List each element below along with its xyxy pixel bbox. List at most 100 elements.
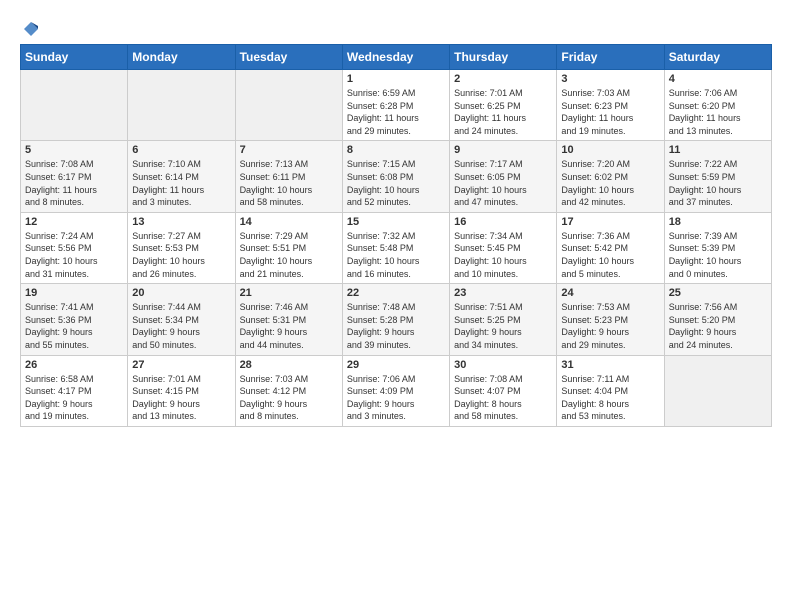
calendar-cell: 20 Sunrise: 7:44 AM Sunset: 5:34 PM Dayli… <box>128 284 235 355</box>
day-number: 22 <box>347 287 445 299</box>
day-number: 8 <box>347 144 445 156</box>
day-number: 29 <box>347 359 445 371</box>
day-number: 23 <box>454 287 552 299</box>
day-number: 13 <box>132 216 230 228</box>
day-number: 15 <box>347 216 445 228</box>
day-number: 2 <box>454 73 552 85</box>
calendar-week-3: 12 Sunrise: 7:24 AM Sunset: 5:56 PM Dayli… <box>21 212 772 283</box>
calendar-cell: 3Sunrise: 7:03 AM Sunset: 6:23 PM Daylig… <box>557 70 664 141</box>
calendar-cell: 22Sunrise: 7:48 AM Sunset: 5:28 PM Dayli… <box>342 284 449 355</box>
calendar-cell: 1 Sunrise: 6:59 AM Sunset: 6:28 PM Daylig… <box>342 70 449 141</box>
calendar-week-5: 26 Sunrise: 6:58 AM Sunset: 4:17 PM Dayli… <box>21 355 772 426</box>
day-info: Sunrise: 7:15 AM Sunset: 6:08 PM Dayligh… <box>347 158 445 208</box>
day-info: Sunrise: 7:22 AM Sunset: 5:59 PM Dayligh… <box>669 158 767 208</box>
day-number: 16 <box>454 216 552 228</box>
calendar-cell <box>128 70 235 141</box>
day-info: Sunrise: 7:06 AM Sunset: 4:09 PM Dayligh… <box>347 373 445 423</box>
day-number: 19 <box>25 287 123 299</box>
calendar-cell: 11 Sunrise: 7:22 AM Sunset: 5:59 PM Dayli… <box>664 141 771 212</box>
header <box>20 20 772 34</box>
day-number: 11 <box>669 144 767 156</box>
day-info: Sunrise: 7:06 AM Sunset: 6:20 PM Dayligh… <box>669 87 767 137</box>
calendar-cell: 4Sunrise: 7:06 AM Sunset: 6:20 PM Daylig… <box>664 70 771 141</box>
day-number: 26 <box>25 359 123 371</box>
calendar-cell: 25Sunrise: 7:56 AM Sunset: 5:20 PM Dayli… <box>664 284 771 355</box>
calendar-cell: 27Sunrise: 7:01 AM Sunset: 4:15 PM Dayli… <box>128 355 235 426</box>
day-info: Sunrise: 7:01 AM Sunset: 4:15 PM Dayligh… <box>132 373 230 423</box>
day-info: Sunrise: 6:59 AM Sunset: 6:28 PM Dayligh… <box>347 87 445 137</box>
day-number: 9 <box>454 144 552 156</box>
day-info: Sunrise: 7:34 AM Sunset: 5:45 PM Dayligh… <box>454 230 552 280</box>
day-number: 21 <box>240 287 338 299</box>
calendar-cell: 12 Sunrise: 7:24 AM Sunset: 5:56 PM Dayli… <box>21 212 128 283</box>
calendar-cell: 9Sunrise: 7:17 AM Sunset: 6:05 PM Daylig… <box>450 141 557 212</box>
day-number: 5 <box>25 144 123 156</box>
calendar-cell: 31 Sunrise: 7:11 AM Sunset: 4:04 PM Dayli… <box>557 355 664 426</box>
day-number: 31 <box>561 359 659 371</box>
calendar-cell: 8 Sunrise: 7:15 AM Sunset: 6:08 PM Daylig… <box>342 141 449 212</box>
calendar-cell: 13 Sunrise: 7:27 AM Sunset: 5:53 PM Dayli… <box>128 212 235 283</box>
logo <box>20 20 40 34</box>
calendar-header-monday: Monday <box>128 45 235 70</box>
calendar-cell: 10 Sunrise: 7:20 AM Sunset: 6:02 PM Dayli… <box>557 141 664 212</box>
day-info: Sunrise: 6:58 AM Sunset: 4:17 PM Dayligh… <box>25 373 123 423</box>
calendar-header-sunday: Sunday <box>21 45 128 70</box>
calendar-cell: 18Sunrise: 7:39 AM Sunset: 5:39 PM Dayli… <box>664 212 771 283</box>
calendar-cell: 28 Sunrise: 7:03 AM Sunset: 4:12 PM Dayli… <box>235 355 342 426</box>
day-info: Sunrise: 7:44 AM Sunset: 5:34 PM Dayligh… <box>132 301 230 351</box>
day-number: 14 <box>240 216 338 228</box>
calendar-cell <box>664 355 771 426</box>
day-info: Sunrise: 7:08 AM Sunset: 6:17 PM Dayligh… <box>25 158 123 208</box>
day-info: Sunrise: 7:01 AM Sunset: 6:25 PM Dayligh… <box>454 87 552 137</box>
calendar-table: SundayMondayTuesdayWednesdayThursdayFrid… <box>20 44 772 427</box>
calendar-cell: 19 Sunrise: 7:41 AM Sunset: 5:36 PM Dayli… <box>21 284 128 355</box>
calendar-cell: 15 Sunrise: 7:32 AM Sunset: 5:48 PM Dayli… <box>342 212 449 283</box>
calendar-cell <box>21 70 128 141</box>
calendar-cell: 23 Sunrise: 7:51 AM Sunset: 5:25 PM Dayli… <box>450 284 557 355</box>
calendar-cell: 7 Sunrise: 7:13 AM Sunset: 6:11 PM Daylig… <box>235 141 342 212</box>
calendar-header-wednesday: Wednesday <box>342 45 449 70</box>
day-info: Sunrise: 7:51 AM Sunset: 5:25 PM Dayligh… <box>454 301 552 351</box>
calendar-header-thursday: Thursday <box>450 45 557 70</box>
day-number: 3 <box>561 73 659 85</box>
day-number: 20 <box>132 287 230 299</box>
calendar-header-tuesday: Tuesday <box>235 45 342 70</box>
calendar-cell: 26 Sunrise: 6:58 AM Sunset: 4:17 PM Dayli… <box>21 355 128 426</box>
day-info: Sunrise: 7:41 AM Sunset: 5:36 PM Dayligh… <box>25 301 123 351</box>
day-info: Sunrise: 7:56 AM Sunset: 5:20 PM Dayligh… <box>669 301 767 351</box>
calendar-cell: 14 Sunrise: 7:29 AM Sunset: 5:51 PM Dayli… <box>235 212 342 283</box>
calendar-cell: 21 Sunrise: 7:46 AM Sunset: 5:31 PM Dayli… <box>235 284 342 355</box>
day-info: Sunrise: 7:13 AM Sunset: 6:11 PM Dayligh… <box>240 158 338 208</box>
calendar-cell: 16 Sunrise: 7:34 AM Sunset: 5:45 PM Dayli… <box>450 212 557 283</box>
day-info: Sunrise: 7:27 AM Sunset: 5:53 PM Dayligh… <box>132 230 230 280</box>
day-info: Sunrise: 7:32 AM Sunset: 5:48 PM Dayligh… <box>347 230 445 280</box>
day-info: Sunrise: 7:08 AM Sunset: 4:07 PM Dayligh… <box>454 373 552 423</box>
calendar-cell <box>235 70 342 141</box>
day-info: Sunrise: 7:36 AM Sunset: 5:42 PM Dayligh… <box>561 230 659 280</box>
calendar-header-saturday: Saturday <box>664 45 771 70</box>
day-info: Sunrise: 7:11 AM Sunset: 4:04 PM Dayligh… <box>561 373 659 423</box>
day-info: Sunrise: 7:24 AM Sunset: 5:56 PM Dayligh… <box>25 230 123 280</box>
day-info: Sunrise: 7:03 AM Sunset: 4:12 PM Dayligh… <box>240 373 338 423</box>
day-number: 12 <box>25 216 123 228</box>
day-number: 28 <box>240 359 338 371</box>
calendar-week-4: 19 Sunrise: 7:41 AM Sunset: 5:36 PM Dayli… <box>21 284 772 355</box>
day-number: 1 <box>347 73 445 85</box>
day-number: 7 <box>240 144 338 156</box>
calendar-cell: 30Sunrise: 7:08 AM Sunset: 4:07 PM Dayli… <box>450 355 557 426</box>
day-info: Sunrise: 7:39 AM Sunset: 5:39 PM Dayligh… <box>669 230 767 280</box>
day-info: Sunrise: 7:46 AM Sunset: 5:31 PM Dayligh… <box>240 301 338 351</box>
day-number: 10 <box>561 144 659 156</box>
calendar-cell: 24Sunrise: 7:53 AM Sunset: 5:23 PM Dayli… <box>557 284 664 355</box>
calendar-week-1: 1 Sunrise: 6:59 AM Sunset: 6:28 PM Daylig… <box>21 70 772 141</box>
day-info: Sunrise: 7:29 AM Sunset: 5:51 PM Dayligh… <box>240 230 338 280</box>
calendar-header-row: SundayMondayTuesdayWednesdayThursdayFrid… <box>21 45 772 70</box>
logo-icon <box>22 20 40 38</box>
page: SundayMondayTuesdayWednesdayThursdayFrid… <box>0 0 792 437</box>
day-number: 6 <box>132 144 230 156</box>
day-info: Sunrise: 7:20 AM Sunset: 6:02 PM Dayligh… <box>561 158 659 208</box>
day-number: 17 <box>561 216 659 228</box>
calendar-header-friday: Friday <box>557 45 664 70</box>
calendar-cell: 6Sunrise: 7:10 AM Sunset: 6:14 PM Daylig… <box>128 141 235 212</box>
calendar-cell: 29 Sunrise: 7:06 AM Sunset: 4:09 PM Dayli… <box>342 355 449 426</box>
